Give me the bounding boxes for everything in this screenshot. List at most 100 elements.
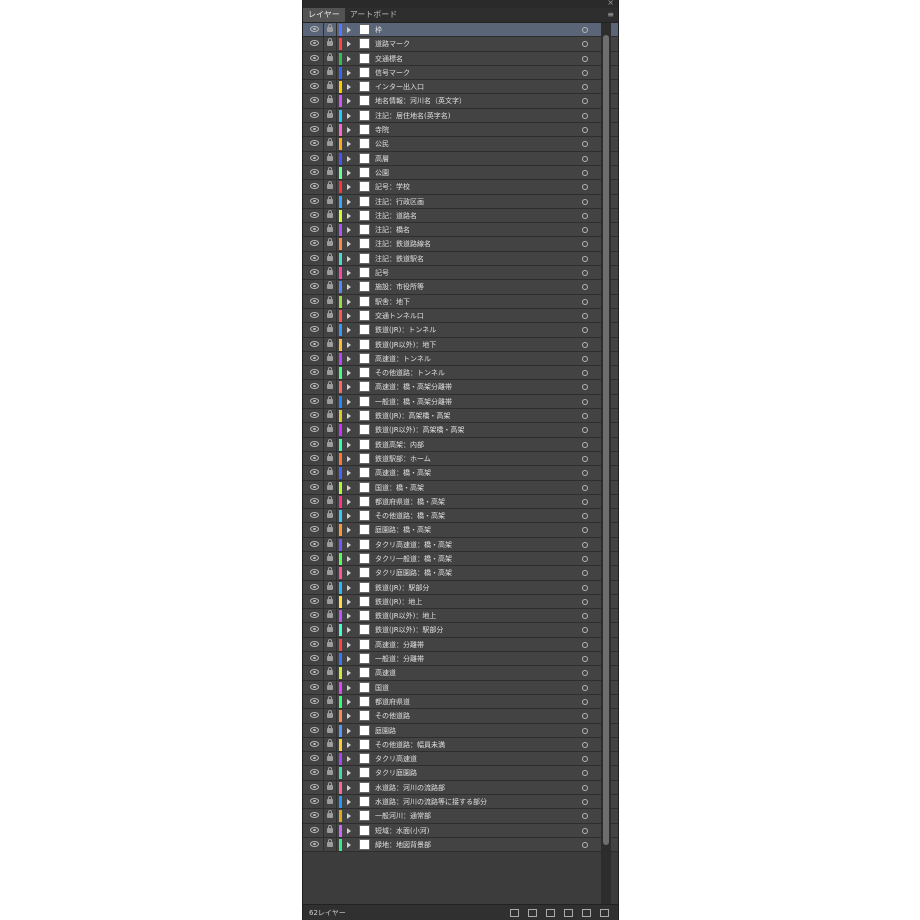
- lock-icon[interactable]: [327, 452, 333, 461]
- layer-row[interactable]: 高速道: [303, 666, 618, 681]
- target-circle-icon[interactable]: [582, 55, 588, 62]
- layer-row[interactable]: 高速道：トンネル: [303, 351, 618, 367]
- expand-triangle-icon[interactable]: [347, 627, 351, 634]
- target-circle-icon[interactable]: [582, 570, 588, 577]
- layer-row[interactable]: 都道府県道：橋・高架: [303, 494, 618, 510]
- layer-row[interactable]: 高速道：橋・高架: [303, 466, 618, 481]
- eye-icon[interactable]: [310, 626, 319, 633]
- expand-triangle-icon[interactable]: [347, 341, 351, 348]
- layer-row[interactable]: タクリ庭園路: [303, 766, 618, 781]
- lock-icon[interactable]: [327, 624, 333, 633]
- target-circle-icon[interactable]: [582, 384, 588, 391]
- layer-name[interactable]: 注記：道路名: [375, 209, 575, 223]
- layer-name[interactable]: 高層: [375, 152, 575, 166]
- layer-name[interactable]: 注記：居住地名(英字名): [375, 109, 575, 123]
- layer-row[interactable]: その他道路: [303, 709, 618, 724]
- lock-icon[interactable]: [327, 38, 333, 47]
- layer-row[interactable]: 都道府県道: [303, 694, 618, 710]
- eye-icon[interactable]: [310, 397, 319, 404]
- expand-triangle-icon[interactable]: [347, 527, 351, 534]
- eye-icon[interactable]: [310, 812, 319, 819]
- target-circle-icon[interactable]: [582, 841, 588, 848]
- lock-icon[interactable]: [327, 595, 333, 604]
- layer-name[interactable]: その他道路: [375, 709, 575, 723]
- target-circle-icon[interactable]: [582, 69, 588, 76]
- target-circle-icon[interactable]: [582, 184, 588, 191]
- layer-row[interactable]: 一般道：橋・高架分離帯: [303, 394, 618, 410]
- lock-icon[interactable]: [327, 109, 333, 118]
- new-layer-icon[interactable]: [582, 909, 591, 917]
- expand-triangle-icon[interactable]: [347, 241, 351, 248]
- layer-row[interactable]: 鉄道(JR)：駅部分: [303, 580, 618, 595]
- layer-name[interactable]: 高速道：分離帯: [375, 638, 575, 652]
- locate-object-icon[interactable]: [528, 909, 537, 917]
- eye-icon[interactable]: [310, 54, 319, 61]
- layer-row[interactable]: 鉄道(JR以外)：高架橋・高架: [303, 423, 618, 438]
- eye-icon[interactable]: [310, 311, 319, 318]
- target-circle-icon[interactable]: [582, 441, 588, 448]
- expand-triangle-icon[interactable]: [347, 27, 351, 33]
- layer-name[interactable]: 高速道：橋・高架分離帯: [375, 380, 575, 394]
- expand-triangle-icon[interactable]: [347, 284, 351, 291]
- layer-row[interactable]: 高速道：橋・高架分離帯: [303, 380, 618, 395]
- expand-triangle-icon[interactable]: [347, 484, 351, 491]
- target-circle-icon[interactable]: [582, 455, 588, 462]
- scrollbar-thumb[interactable]: [603, 35, 609, 845]
- expand-triangle-icon[interactable]: [347, 355, 351, 362]
- lock-icon[interactable]: [327, 66, 333, 75]
- target-circle-icon[interactable]: [582, 784, 588, 791]
- target-circle-icon[interactable]: [582, 584, 588, 591]
- eye-icon[interactable]: [310, 655, 319, 662]
- lock-icon[interactable]: [327, 438, 333, 447]
- layer-name[interactable]: 鉄道(JR)：トンネル: [375, 323, 575, 337]
- target-circle-icon[interactable]: [582, 698, 588, 705]
- close-panel-button[interactable]: ×: [607, 0, 614, 8]
- expand-triangle-icon[interactable]: [347, 184, 351, 191]
- layer-name[interactable]: 注記：鉄道駅名: [375, 252, 575, 266]
- target-circle-icon[interactable]: [582, 284, 588, 291]
- tab-layers[interactable]: レイヤー: [303, 8, 345, 22]
- layer-name[interactable]: 国道：橋・高架: [375, 481, 575, 495]
- target-circle-icon[interactable]: [582, 641, 588, 648]
- eye-icon[interactable]: [310, 526, 319, 533]
- layer-row[interactable]: 注記：居住地名(英字名): [303, 108, 618, 124]
- eye-icon[interactable]: [310, 26, 319, 32]
- layer-row[interactable]: 水道路：河川の流路等に接する部分: [303, 795, 618, 810]
- expand-triangle-icon[interactable]: [347, 641, 351, 648]
- target-circle-icon[interactable]: [582, 270, 588, 277]
- layer-row[interactable]: 高速道：分離帯: [303, 637, 618, 653]
- expand-triangle-icon[interactable]: [347, 413, 351, 420]
- layer-row[interactable]: 緑地：地図背景部: [303, 837, 618, 853]
- expand-triangle-icon[interactable]: [347, 112, 351, 119]
- lock-icon[interactable]: [327, 810, 333, 819]
- eye-icon[interactable]: [310, 197, 319, 204]
- expand-triangle-icon[interactable]: [347, 656, 351, 663]
- expand-triangle-icon[interactable]: [347, 155, 351, 162]
- target-circle-icon[interactable]: [582, 398, 588, 405]
- layer-row[interactable]: 記号: [303, 266, 618, 281]
- layer-name[interactable]: 寺院: [375, 123, 575, 137]
- lock-icon[interactable]: [327, 567, 333, 576]
- eye-icon[interactable]: [310, 269, 319, 276]
- layer-row[interactable]: 国道: [303, 680, 618, 695]
- expand-triangle-icon[interactable]: [347, 327, 351, 334]
- layer-name[interactable]: 緑地：地図背景部: [375, 838, 575, 852]
- panel-menu-icon[interactable]: ≡: [607, 8, 614, 22]
- target-circle-icon[interactable]: [582, 498, 588, 505]
- target-circle-icon[interactable]: [582, 298, 588, 305]
- layer-row[interactable]: 記号：学校: [303, 180, 618, 195]
- layer-name[interactable]: 都道府県道：橋・高架: [375, 495, 575, 509]
- lock-icon[interactable]: [327, 52, 333, 61]
- layer-name[interactable]: その他道路：トンネル: [375, 366, 575, 380]
- target-circle-icon[interactable]: [582, 670, 588, 677]
- lock-icon[interactable]: [327, 181, 333, 190]
- lock-icon[interactable]: [327, 352, 333, 361]
- layer-row[interactable]: 鉄道駅部：ホーム: [303, 451, 618, 467]
- layer-row[interactable]: 信号マーク: [303, 65, 618, 81]
- lock-icon[interactable]: [327, 824, 333, 833]
- target-circle-icon[interactable]: [582, 27, 588, 33]
- layer-row[interactable]: タクリ庭園路：橋・高架: [303, 566, 618, 581]
- lock-icon[interactable]: [327, 224, 333, 233]
- lock-icon[interactable]: [327, 695, 333, 704]
- layer-row[interactable]: 鉄道(JR)：高架橋・高架: [303, 409, 618, 424]
